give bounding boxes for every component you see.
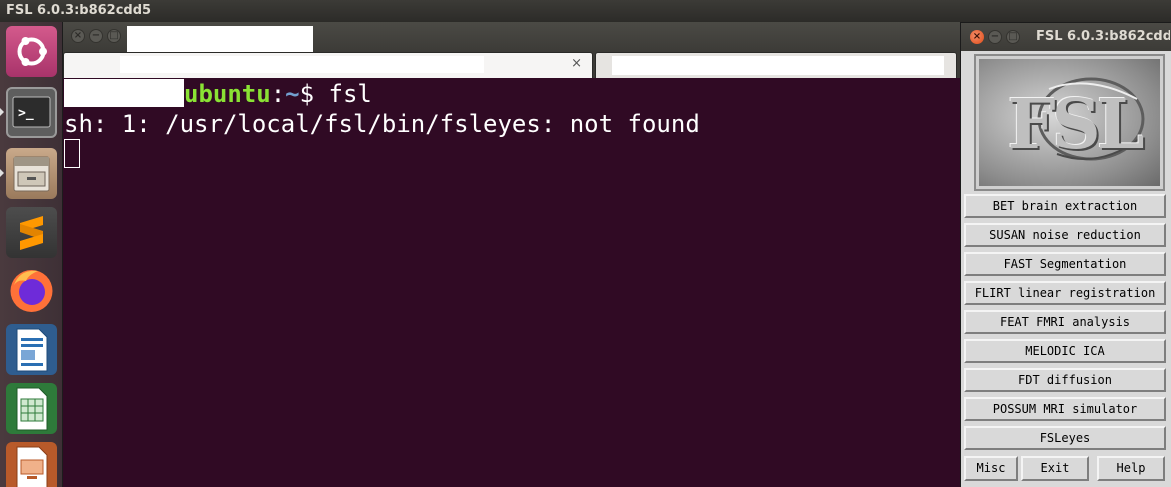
fsl-body: FSL BET brain extraction SUSAN noise red… [961,51,1171,487]
terminal-tab-active[interactable]: × [63,52,593,78]
launcher-item-files[interactable] [6,148,57,199]
command-text: fsl [328,80,372,108]
launcher-item-libreoffice-impress[interactable] [6,442,57,487]
terminal-window[interactable]: × − □ × ubuntu:~$ fsl sh: 1: /usr/local/… [63,22,960,487]
prompt-separator: : [270,80,286,108]
redacted-tab-title [120,56,484,73]
launcher-item-libreoffice-writer[interactable] [6,324,57,375]
fsl-window[interactable]: × − □ FSL 6.0.3:b862cdd5 FSL BET brain e… [960,22,1171,487]
output-line: sh: 1: /usr/local/fsl/bin/fsleyes: not f… [64,110,700,138]
flirt-linear-registration-button[interactable]: FLIRT linear registration [964,281,1166,305]
launcher-item-terminal[interactable]: >_ [6,87,57,138]
redacted-tab-title [612,56,944,75]
fdt-diffusion-button[interactable]: FDT diffusion [964,368,1166,392]
terminal-content[interactable]: ubuntu:~$ fsl sh: 1: /usr/local/fsl/bin/… [63,78,960,487]
launcher-item-firefox[interactable] [6,265,57,316]
melodic-ica-button[interactable]: MELODIC ICA [964,339,1166,363]
maximize-icon[interactable]: □ [107,29,121,43]
maximize-icon[interactable]: □ [1006,30,1020,44]
exit-button[interactable]: Exit [1021,456,1089,481]
fsl-window-title: FSL 6.0.3:b862cdd5 [1036,29,1170,44]
close-icon[interactable]: × [970,30,984,44]
terminal-icon: >_ [12,96,51,128]
active-window-title: FSL 6.0.3:b862cdd5 [6,3,152,18]
minimize-icon[interactable]: − [89,29,103,43]
bet-brain-extraction-button[interactable]: BET brain extraction [964,194,1166,218]
file-cabinet-icon [13,156,50,192]
impress-presentation-icon [16,446,48,487]
redacted-username [64,79,184,107]
calc-spreadsheet-icon [16,387,48,431]
terminal-tab-inactive[interactable] [595,52,957,78]
fsl-logo-text: FSL [1007,85,1144,165]
writer-document-icon [16,328,48,372]
top-panel: FSL 6.0.3:b862cdd5 [0,0,1171,22]
launcher-item-sublime-text[interactable] [6,207,57,258]
running-indicator [0,169,4,177]
prompt-host: ubuntu [184,80,271,108]
running-indicator [0,108,4,116]
misc-button[interactable]: Misc [964,456,1018,481]
ubuntu-logo-icon [17,37,47,66]
prompt-line: ubuntu:~$ fsl [64,79,372,109]
susan-noise-reduction-button[interactable]: SUSAN noise reduction [964,223,1166,247]
firefox-icon [10,270,53,312]
svg-text:>_: >_ [18,106,34,121]
text-cursor [64,139,80,168]
close-icon[interactable]: × [71,29,85,43]
terminal-tab-bar: × [63,52,960,78]
prompt-symbol: $ [299,80,329,108]
fsleyes-button[interactable]: FSLeyes [964,426,1166,450]
launcher: >_ [0,22,63,487]
redacted-window-title [127,26,313,52]
sublime-text-icon [20,216,43,250]
help-button[interactable]: Help [1097,456,1165,481]
fsl-logo: FSL [974,54,1165,191]
tab-close-icon[interactable]: × [571,56,582,71]
possum-mri-simulator-button[interactable]: POSSUM MRI simulator [964,397,1166,421]
launcher-item-libreoffice-calc[interactable] [6,383,57,434]
launcher-item-ubuntu-dash[interactable] [6,26,57,77]
fast-segmentation-button[interactable]: FAST Segmentation [964,252,1166,276]
feat-fmri-analysis-button[interactable]: FEAT FMRI analysis [964,310,1166,334]
minimize-icon[interactable]: − [988,30,1002,44]
fsl-titlebar[interactable]: × − □ FSL 6.0.3:b862cdd5 [961,23,1171,51]
prompt-path: ~ [285,80,300,108]
trilobite-logo-image: FSL [979,59,1160,186]
terminal-titlebar[interactable]: × − □ [63,22,960,52]
